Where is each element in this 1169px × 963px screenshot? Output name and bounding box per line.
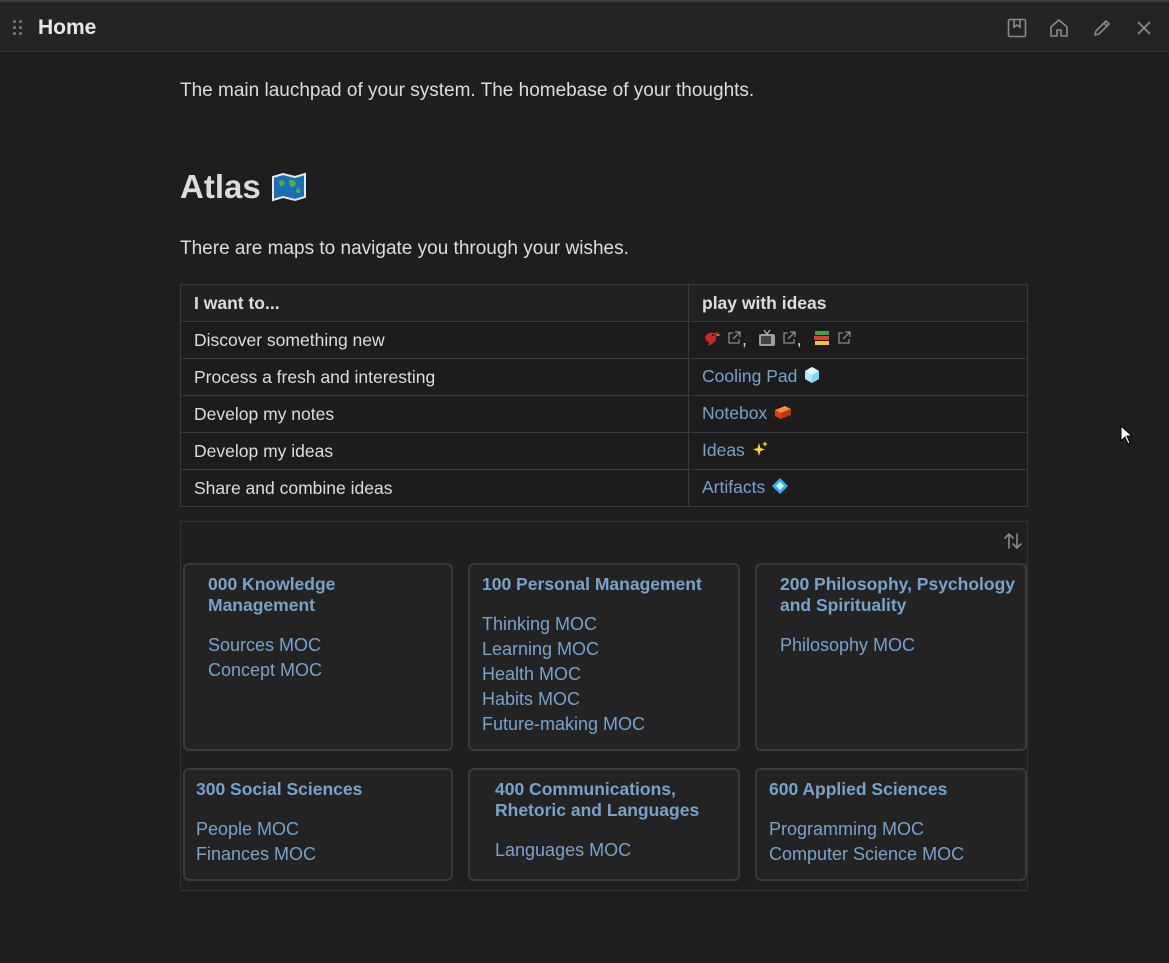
action-cell: Notebox [688, 395, 1028, 433]
cooling-pad-link[interactable]: Cooling Pad [702, 366, 797, 386]
page-title: Home [38, 16, 97, 39]
philosophy-moc-link[interactable]: Philosophy MOC [780, 633, 915, 658]
action-cell: Ideas [688, 432, 1028, 470]
want-cell: Develop my notes [180, 395, 689, 433]
card-links: Philosophy MOC [780, 633, 915, 658]
want-cell: Share and combine ideas [180, 469, 689, 507]
people-moc-link[interactable]: People MOC [196, 817, 316, 842]
computer-science-moc-link[interactable]: Computer Science MOC [769, 842, 964, 867]
table-row: Develop my notes Notebox [180, 395, 1028, 433]
card-title[interactable]: 000 Knowledge Management [208, 574, 335, 616]
mouse-cursor-icon [1120, 424, 1134, 445]
card-links: Programming MOC Computer Science MOC [769, 817, 964, 867]
intro-text: The main lauchpad of your system. The ho… [180, 80, 755, 101]
moc-card-600[interactable]: 600 Applied Sciences Programming MOC Com… [755, 768, 1027, 881]
notebox-link[interactable]: Notebox [702, 403, 767, 423]
sparkles-emoji-icon [751, 440, 769, 463]
table-header-want: I want to... [180, 284, 689, 322]
card-links: Languages MOC [495, 838, 631, 863]
habits-moc-link[interactable]: Habits MOC [482, 687, 645, 712]
bookmark-icon[interactable] [1006, 17, 1028, 39]
bird-emoji-icon[interactable] [702, 329, 722, 352]
learning-moc-link[interactable]: Learning MOC [482, 637, 645, 662]
separator: , [796, 328, 802, 349]
table-header-action: play with ideas [688, 284, 1028, 322]
want-cell: Process a fresh and interesting [180, 358, 689, 396]
moc-cards-container: 000 Knowledge Management Sources MOC Conc… [180, 521, 1028, 891]
sort-icon[interactable] [1002, 530, 1024, 552]
finances-moc-link[interactable]: Finances MOC [196, 842, 316, 867]
moc-card-300[interactable]: 300 Social Sciences People MOC Finances … [183, 768, 453, 881]
drag-handle-icon[interactable] [13, 20, 25, 38]
concept-moc-link[interactable]: Concept MOC [208, 658, 322, 683]
title-bar: Home [0, 0, 1169, 52]
moc-card-200[interactable]: 200 Philosophy, Psychology and Spirituali… [755, 563, 1027, 751]
action-cell: , , [688, 321, 1028, 359]
card-links: Thinking MOC Learning MOC Health MOC Hab… [482, 612, 645, 737]
edit-icon[interactable] [1091, 17, 1113, 39]
close-icon[interactable] [1133, 17, 1155, 39]
home-icon[interactable] [1048, 17, 1070, 39]
sources-moc-link[interactable]: Sources MOC [208, 633, 322, 658]
thinking-moc-link[interactable]: Thinking MOC [482, 612, 645, 637]
card-title[interactable]: 600 Applied Sciences [769, 779, 947, 800]
ideas-link[interactable]: Ideas [702, 440, 745, 460]
languages-moc-link[interactable]: Languages MOC [495, 838, 631, 863]
card-title[interactable]: 100 Personal Management [482, 574, 702, 595]
moc-card-100[interactable]: 100 Personal Management Thinking MOC Lea… [468, 563, 740, 751]
diamond-emoji-icon [771, 477, 789, 500]
map-emoji-icon [271, 171, 306, 203]
ice-cube-emoji-icon [803, 366, 821, 389]
atlas-heading-text: Atlas [180, 168, 261, 205]
atlas-heading: Atlas [180, 168, 306, 206]
programming-moc-link[interactable]: Programming MOC [769, 817, 964, 842]
tv-emoji-icon[interactable] [757, 329, 777, 352]
action-cell: Artifacts [688, 469, 1028, 507]
card-links: Sources MOC Concept MOC [208, 633, 322, 683]
table-row: Process a fresh and interesting Cooling … [180, 358, 1028, 396]
external-link-icon[interactable] [781, 330, 797, 351]
external-link-icon[interactable] [836, 330, 852, 351]
card-title[interactable]: 200 Philosophy, Psychology and Spirituali… [780, 574, 1015, 616]
books-emoji-icon[interactable] [812, 329, 832, 352]
card-title[interactable]: 400 Communications, Rhetoric and Language… [495, 779, 699, 821]
table-header-row: I want to... play with ideas [180, 284, 1028, 322]
table-row: Discover something new , , [180, 321, 1028, 359]
future-making-moc-link[interactable]: Future-making MOC [482, 712, 645, 737]
atlas-subtitle: There are maps to navigate you through y… [180, 238, 629, 259]
moc-card-400[interactable]: 400 Communications, Rhetoric and Language… [468, 768, 740, 881]
wishes-table: I want to... play with ideas Discover so… [180, 284, 1028, 507]
want-cell: Discover something new [180, 321, 689, 359]
action-cell: Cooling Pad [688, 358, 1028, 396]
table-row: Develop my ideas Ideas [180, 432, 1028, 470]
external-link-icon[interactable] [726, 330, 742, 351]
want-cell: Develop my ideas [180, 432, 689, 470]
card-links: People MOC Finances MOC [196, 817, 316, 867]
separator: , [742, 328, 747, 349]
card-title[interactable]: 300 Social Sciences [196, 779, 362, 800]
table-row: Share and combine ideas Artifacts [180, 469, 1028, 507]
brick-emoji-icon [773, 403, 793, 426]
artifacts-link[interactable]: Artifacts [702, 477, 765, 497]
health-moc-link[interactable]: Health MOC [482, 662, 645, 687]
moc-card-000[interactable]: 000 Knowledge Management Sources MOC Conc… [183, 563, 453, 751]
